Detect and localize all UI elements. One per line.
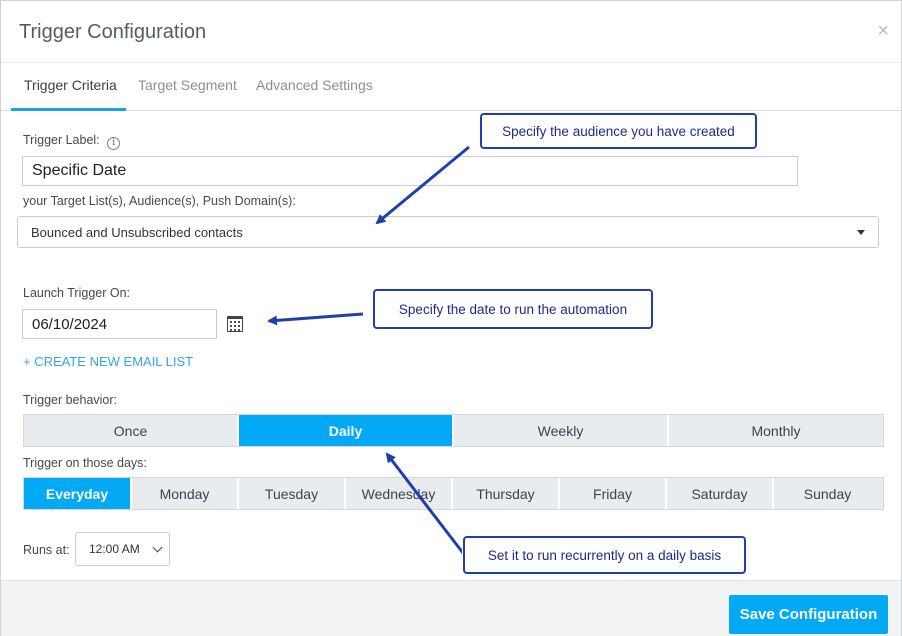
trigger-behavior-label: Trigger behavior: — [23, 393, 118, 407]
chevron-down-icon — [152, 542, 163, 553]
dialog-title: Trigger Configuration — [19, 21, 207, 43]
trigger-days-group: Everyday Monday Tuesday Wednesday Thursd… — [23, 477, 884, 510]
chevron-down-icon — [857, 230, 865, 235]
behavior-once-button[interactable]: Once — [24, 415, 239, 446]
create-email-list-link[interactable]: + CREATE NEW EMAIL LIST — [23, 354, 193, 369]
day-tuesday-button[interactable]: Tuesday — [239, 478, 346, 509]
launch-trigger-label: Launch Trigger On: — [23, 286, 131, 300]
behavior-weekly-button[interactable]: Weekly — [454, 415, 669, 446]
trigger-label-input[interactable]: Specific Date — [22, 156, 798, 186]
trigger-label-caption: Trigger Label: i — [23, 133, 121, 150]
target-list-select[interactable]: Bounced and Unsubscribed contacts — [17, 216, 879, 248]
close-icon[interactable]: × — [877, 21, 889, 41]
day-monday-button[interactable]: Monday — [132, 478, 239, 509]
tab-target-segment[interactable]: Target Segment — [138, 77, 237, 93]
behavior-monthly-button[interactable]: Monthly — [669, 415, 883, 446]
target-list-label: your Target List(s), Audience(s), Push D… — [23, 194, 296, 208]
trigger-config-dialog: Trigger Configuration × Trigger Criteria… — [0, 0, 902, 636]
launch-date-input[interactable]: 06/10/2024 — [22, 309, 217, 339]
dialog-header: Trigger Configuration × — [1, 1, 901, 63]
runs-at-select[interactable]: 12:00 AM — [75, 532, 170, 566]
day-friday-button[interactable]: Friday — [560, 478, 667, 509]
trigger-behavior-group: Once Daily Weekly Monthly — [23, 414, 884, 447]
save-configuration-button[interactable]: Save Configuration — [729, 595, 888, 634]
trigger-label-text: Trigger Label: — [23, 133, 100, 147]
daily-callout: Set it to run recurrently on a daily bas… — [463, 536, 746, 574]
day-wednesday-button[interactable]: Wednesday — [346, 478, 453, 509]
runs-at-label: Runs at: — [23, 543, 70, 557]
runs-at-value: 12:00 AM — [89, 542, 140, 556]
tab-bar: Trigger Criteria Target Segment Advanced… — [1, 63, 901, 111]
tab-advanced-settings[interactable]: Advanced Settings — [256, 77, 373, 93]
day-everyday-button[interactable]: Everyday — [24, 478, 132, 509]
day-thursday-button[interactable]: Thursday — [453, 478, 560, 509]
day-saturday-button[interactable]: Saturday — [667, 478, 774, 509]
info-icon[interactable]: i — [107, 137, 121, 150]
date-callout: Specify the date to run the automation — [373, 289, 653, 329]
calendar-icon[interactable] — [227, 316, 243, 332]
arrow-to-date — [267, 312, 364, 326]
tab-trigger-criteria[interactable]: Trigger Criteria — [24, 77, 117, 93]
day-sunday-button[interactable]: Sunday — [774, 478, 881, 509]
trigger-days-label: Trigger on those days: — [23, 456, 147, 470]
active-tab-indicator — [11, 108, 126, 111]
target-list-value: Bounced and Unsubscribed contacts — [31, 224, 243, 240]
behavior-daily-button[interactable]: Daily — [239, 415, 454, 446]
audience-callout: Specify the audience you have created — [480, 113, 757, 149]
